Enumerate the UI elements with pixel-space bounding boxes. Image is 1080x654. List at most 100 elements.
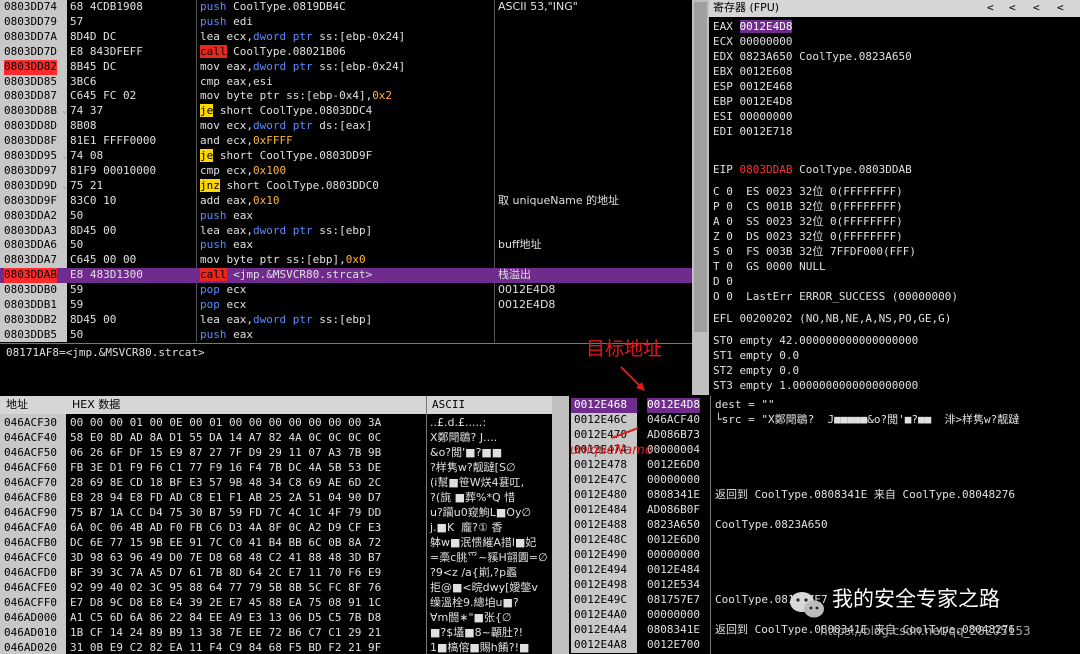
disasm-row[interactable]: 0803DDA6 50 push eax buff地址 [0,238,692,253]
disasm-row[interactable]: 0803DD7A 8D4D DC lea ecx,dword ptr ss:[ebp… [0,30,692,45]
flag-row[interactable]: Z 0 DS 0023 32位 0(FFFFFFFF) [713,230,903,245]
stack-address[interactable]: 0012E4A8 [571,638,637,653]
register-value[interactable]: 0803DDAB [740,163,793,176]
instruction-address[interactable]: 0803DD95 [4,149,57,164]
disasm-row[interactable]: 0803DD82 8B45 DC mov eax,dword ptr ss:[ebp… [0,59,692,75]
dump-address[interactable]: 046AD000 [4,611,57,626]
instruction-address[interactable]: 0803DD87 [4,89,57,104]
instruction-address[interactable]: 0803DDB5 [4,328,57,342]
disasm-row[interactable]: 0803DDA7 C645 00 00 mov byte ptr ss:[ebp],… [0,253,692,268]
dump-address[interactable]: 046ACFF0 [4,596,57,611]
disasm-row[interactable]: 0803DD8B ⌄ 74 37 je short CoolType.0803DDC4 [0,104,692,119]
disasm-row[interactable]: 0803DD95 ⌄ 74 08 je short CoolType.0803DD9F [0,149,692,164]
instruction-address[interactable]: 0803DD79 [4,15,57,30]
instruction-address[interactable]: 0803DDA6 [4,238,57,253]
dump-address[interactable]: 046ACF70 [4,476,57,491]
dump-address[interactable]: 046ACF40 [4,431,57,446]
instruction-address[interactable]: 0803DD97 [4,164,57,179]
dump-address[interactable]: 046ACFA0 [4,521,57,536]
dump-address[interactable]: 046ACFB0 [4,536,57,551]
stack-address[interactable]: 0012E48C [571,533,637,548]
register-value[interactable]: 0012E608 [740,65,793,78]
fpu-row[interactable]: ST0 empty 42.000000000000000000 [713,334,918,349]
dump-address[interactable]: 046ACFD0 [4,566,57,581]
disasm-row[interactable]: 0803DD7D E8 843DFEFF call CoolType.08021B0… [0,44,692,60]
flag-row[interactable]: O 0 LastErr ERROR_SUCCESS (00000000) [713,290,958,305]
register-value[interactable]: 0823A650 [740,50,793,63]
instruction-address[interactable]: 0803DD8F [4,134,57,149]
register-edi[interactable]: EDI 0012E718 [713,125,792,140]
disassembly-scrollbar[interactable] [692,0,709,395]
disasm-row[interactable]: 0803DDB2 8D45 00 lea eax,dword ptr ss:[ebp… [0,313,692,328]
stack-address[interactable]: 0012E47C [571,473,637,488]
disasm-row[interactable]: 0803DDAB E8 483D1300 call <jmp.&MSVCR80.st… [0,268,692,284]
stack-address[interactable]: 0012E480 [571,488,637,503]
stack-address[interactable]: 0012E478 [571,458,637,473]
instruction-address[interactable]: 0803DD74 [4,0,57,15]
fpu-row[interactable]: ST1 empty 0.0 [713,349,799,364]
register-ebx[interactable]: EBX 0012E608 [713,65,792,80]
memory-dump-pane[interactable]: 地址 HEX 数据 ASCII 046ACF30 00 00 00 01 00 0… [0,396,552,654]
stack-address[interactable]: 0012E49C [571,593,637,608]
instruction-address[interactable]: 0803DD8D [4,119,57,134]
disasm-row[interactable]: 0803DDA3 8D45 00 lea eax,dword ptr ss:[ebp… [0,224,692,239]
instruction-address[interactable]: 0803DDB2 [4,313,57,328]
disasm-row[interactable]: 0803DD79 57 push edi [0,15,692,30]
register-ebp[interactable]: EBP 0012E4D8 [713,95,792,110]
stack-address[interactable]: 0012E4A4 [571,623,637,638]
disasm-row[interactable]: 0803DDB1 59 pop ecx 0012E4D8 [0,298,692,313]
registers-pane[interactable]: 寄存器 (FPU) < < < < EAX 0012E4D8 ECX 000000… [709,0,1080,395]
dump-address[interactable]: 046ACF80 [4,491,57,506]
instruction-address[interactable]: 0803DDA7 [4,253,57,268]
fpu-row[interactable]: ST2 empty 0.0 [713,364,799,379]
instruction-address[interactable]: 0803DD7D [4,45,57,60]
instruction-address[interactable]: 0803DDA2 [4,209,57,224]
disassembly-pane[interactable]: 0803DD74 68 4CDB1908 push CoolType.0819DB4… [0,0,692,342]
register-esi[interactable]: ESI 00000000 [713,110,792,125]
instruction-address[interactable]: 0803DD9D [4,179,57,194]
dump-address[interactable]: 046AD020 [4,641,57,654]
column-header-ascii[interactable]: ASCII [432,398,465,413]
disasm-row[interactable]: 0803DD85 3BC6 cmp eax,esi [0,75,692,90]
disasm-row[interactable]: 0803DD8D 8B08 mov ecx,dword ptr ds:[eax] [0,119,692,134]
register-esp[interactable]: ESP 0012E468 [713,80,792,95]
register-edx[interactable]: EDX 0823A650 CoolType.0823A650 [713,50,912,65]
nav-left-icon[interactable]: < [1009,1,1016,16]
stack-address[interactable]: 0012E4A0 [571,608,637,623]
dump-address[interactable]: 046AD010 [4,626,57,641]
register-eip[interactable]: EIP 0803DDAB CoolType.0803DDAB [713,163,912,178]
dump-address[interactable]: 046ACFE0 [4,581,57,596]
flag-row[interactable]: S 0 FS 003B 32位 7FFDF000(FFF) [713,245,916,260]
stack-address[interactable]: 0012E494 [571,563,637,578]
flag-row[interactable]: D 0 [713,275,733,290]
register-value[interactable]: 0012E718 [740,125,793,138]
disasm-row[interactable]: 0803DD97 81F9 00010000 cmp ecx,0x100 [0,164,692,179]
dump-address[interactable]: 046ACF60 [4,461,57,476]
register-value[interactable]: 00000000 [740,110,793,123]
disasm-row[interactable]: 0803DDB0 59 pop ecx 0012E4D8 [0,283,692,298]
dump-address[interactable]: 046ACF50 [4,446,57,461]
dump-address[interactable]: 046ACF90 [4,506,57,521]
flag-row[interactable]: C 0 ES 0023 32位 0(FFFFFFFF) [713,185,903,200]
register-value[interactable]: 00000000 [740,35,793,48]
instruction-address[interactable]: 0803DDB0 [4,283,57,298]
nav-left-icon[interactable]: < [1057,1,1064,16]
instruction-address[interactable]: 0803DD8B [4,104,57,119]
fpu-row[interactable]: ST4 empty -0.0 [713,394,806,395]
nav-left-icon[interactable]: < [987,1,994,16]
scroll-thumb[interactable] [694,2,707,332]
register-value[interactable]: 0012E4D8 [739,20,793,33]
register-eax[interactable]: EAX 0012E4D8 [713,20,793,35]
flag-row[interactable]: A 0 SS 0023 32位 0(FFFFFFFF) [713,215,903,230]
stack-address[interactable]: 0012E484 [571,503,637,518]
instruction-address[interactable]: 0803DD82 [4,59,57,75]
register-ecx[interactable]: ECX 00000000 [713,35,792,50]
flag-row[interactable]: P 0 CS 001B 32位 0(FFFFFFFF) [713,200,903,215]
register-value[interactable]: 0012E4D8 [740,95,793,108]
stack-address[interactable]: 0012E498 [571,578,637,593]
dump-address[interactable]: 046ACF30 [4,416,57,431]
stack-address[interactable]: 0012E488 [571,518,637,533]
efl-row[interactable]: EFL 00200202 (NO,NB,NE,A,NS,PO,GE,G) [713,312,951,327]
flag-row[interactable]: T 0 GS 0000 NULL [713,260,826,275]
instruction-address[interactable]: 0803DDB1 [4,298,57,313]
